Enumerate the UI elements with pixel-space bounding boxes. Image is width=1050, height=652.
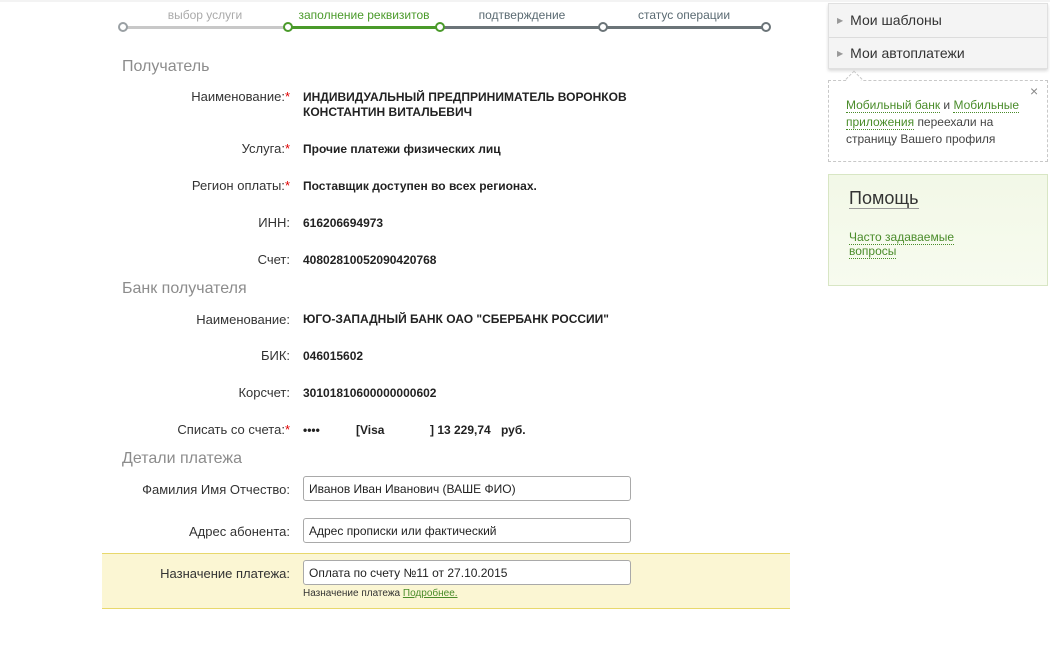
purpose-hint-text: Назначение платежа bbox=[303, 588, 401, 599]
card-currency: руб. bbox=[501, 423, 526, 437]
debit-account-value[interactable]: •••• [Visa ] 13 229,74 руб. bbox=[303, 423, 633, 438]
section-title-details: Детали платежа bbox=[122, 450, 242, 467]
step-line-1 bbox=[124, 26, 288, 29]
purpose-label: Назначение платежа: bbox=[160, 566, 290, 581]
chevron-right-icon: ▶ bbox=[837, 15, 844, 25]
step-dot-5 bbox=[761, 22, 771, 32]
account-value: 40802810052090420768 bbox=[303, 253, 437, 267]
faq-link-line1: Часто задаваемые bbox=[849, 230, 955, 245]
address-label: Адрес абонента: bbox=[189, 524, 290, 539]
step-label-select-service: выбор услуги bbox=[167, 8, 243, 22]
fio-label: Фамилия Имя Отчество: bbox=[142, 482, 290, 497]
help-box: Помощь Часто задаваемые вопросы bbox=[828, 174, 1048, 286]
bik-value: 046015602 bbox=[303, 349, 364, 363]
menu-item-my-templates[interactable]: ▶ Мои шаблоны bbox=[829, 4, 1047, 36]
menu-item-my-autopayments[interactable]: ▶ Мои автоплатежи bbox=[829, 37, 1047, 69]
help-title[interactable]: Помощь bbox=[849, 188, 919, 209]
mobile-bank-link[interactable]: Мобильный банк bbox=[846, 98, 941, 113]
card-mask: •••• bbox=[303, 423, 320, 437]
card-type: [Visa bbox=[356, 423, 385, 437]
progress-stepper: выбор услуги заполнение реквизитов подтв… bbox=[118, 0, 772, 36]
quick-menu: ▶ Мои шаблоны ▶ Мои автоплатежи bbox=[828, 3, 1048, 69]
bik-label: БИК: bbox=[260, 348, 290, 363]
close-icon[interactable]: × bbox=[1030, 83, 1038, 99]
step-label-fill-details: заполнение реквизитов bbox=[298, 8, 430, 22]
menu-item-label: Мои шаблоны bbox=[850, 12, 942, 28]
region-label: Регион оплаты:* bbox=[191, 178, 290, 193]
region-value: Поставщик доступен во всех регионах. bbox=[303, 179, 537, 193]
bank-name-value: ЮГО-ЗАПАДНЫЙ БАНК ОАО "СБЕРБАНК РОССИИ" bbox=[303, 312, 609, 326]
mobile-bank-notice: Мобильный банк и Мобильные приложения пе… bbox=[828, 80, 1048, 162]
step-dot-4 bbox=[598, 22, 608, 32]
menu-item-label: Мои автоплатежи bbox=[850, 45, 965, 61]
step-dot-3 bbox=[435, 22, 445, 32]
section-title-bank: Банк получателя bbox=[122, 280, 247, 297]
step-dot-1 bbox=[118, 22, 128, 32]
chevron-right-icon: ▶ bbox=[837, 48, 844, 58]
fio-input[interactable] bbox=[303, 476, 631, 501]
inn-label: ИНН: bbox=[258, 215, 290, 230]
section-title-recipient: Получатель bbox=[122, 58, 210, 75]
service-value: Прочие платежи физических лиц bbox=[303, 142, 501, 156]
purpose-input[interactable] bbox=[303, 560, 631, 585]
inn-value: 616206694973 bbox=[303, 216, 384, 230]
faq-link[interactable]: Часто задаваемые вопросы bbox=[849, 230, 955, 259]
address-input[interactable] bbox=[303, 518, 631, 543]
purpose-hint: Назначение платежа Подробнее. bbox=[303, 588, 458, 599]
corr-account-value: 30101810600000000602 bbox=[303, 386, 437, 400]
notice-and: и bbox=[943, 98, 951, 112]
step-dot-2 bbox=[283, 22, 293, 32]
corr-account-label: Корсчет: bbox=[238, 385, 290, 400]
bank-name-label: Наименование: bbox=[196, 312, 290, 327]
recipient-name-value: ИНДИВИДУАЛЬНЫЙ ПРЕДПРИНИМАТЕЛЬ ВОРОНКОВ … bbox=[303, 90, 627, 119]
step-line-2 bbox=[288, 26, 440, 29]
service-label: Услуга:* bbox=[241, 141, 290, 156]
debit-account-label: Списать со счета:* bbox=[177, 422, 290, 437]
faq-link-line2: вопросы bbox=[849, 244, 897, 259]
step-label-confirm: подтверждение bbox=[478, 8, 566, 22]
recipient-name-label: Наименование:* bbox=[191, 89, 290, 104]
step-label-status: статус операции bbox=[637, 8, 731, 22]
account-label: Счет: bbox=[257, 252, 290, 267]
card-balance: ] 13 229,74 bbox=[430, 423, 491, 437]
purpose-hint-more-link[interactable]: Подробнее. bbox=[403, 588, 458, 599]
